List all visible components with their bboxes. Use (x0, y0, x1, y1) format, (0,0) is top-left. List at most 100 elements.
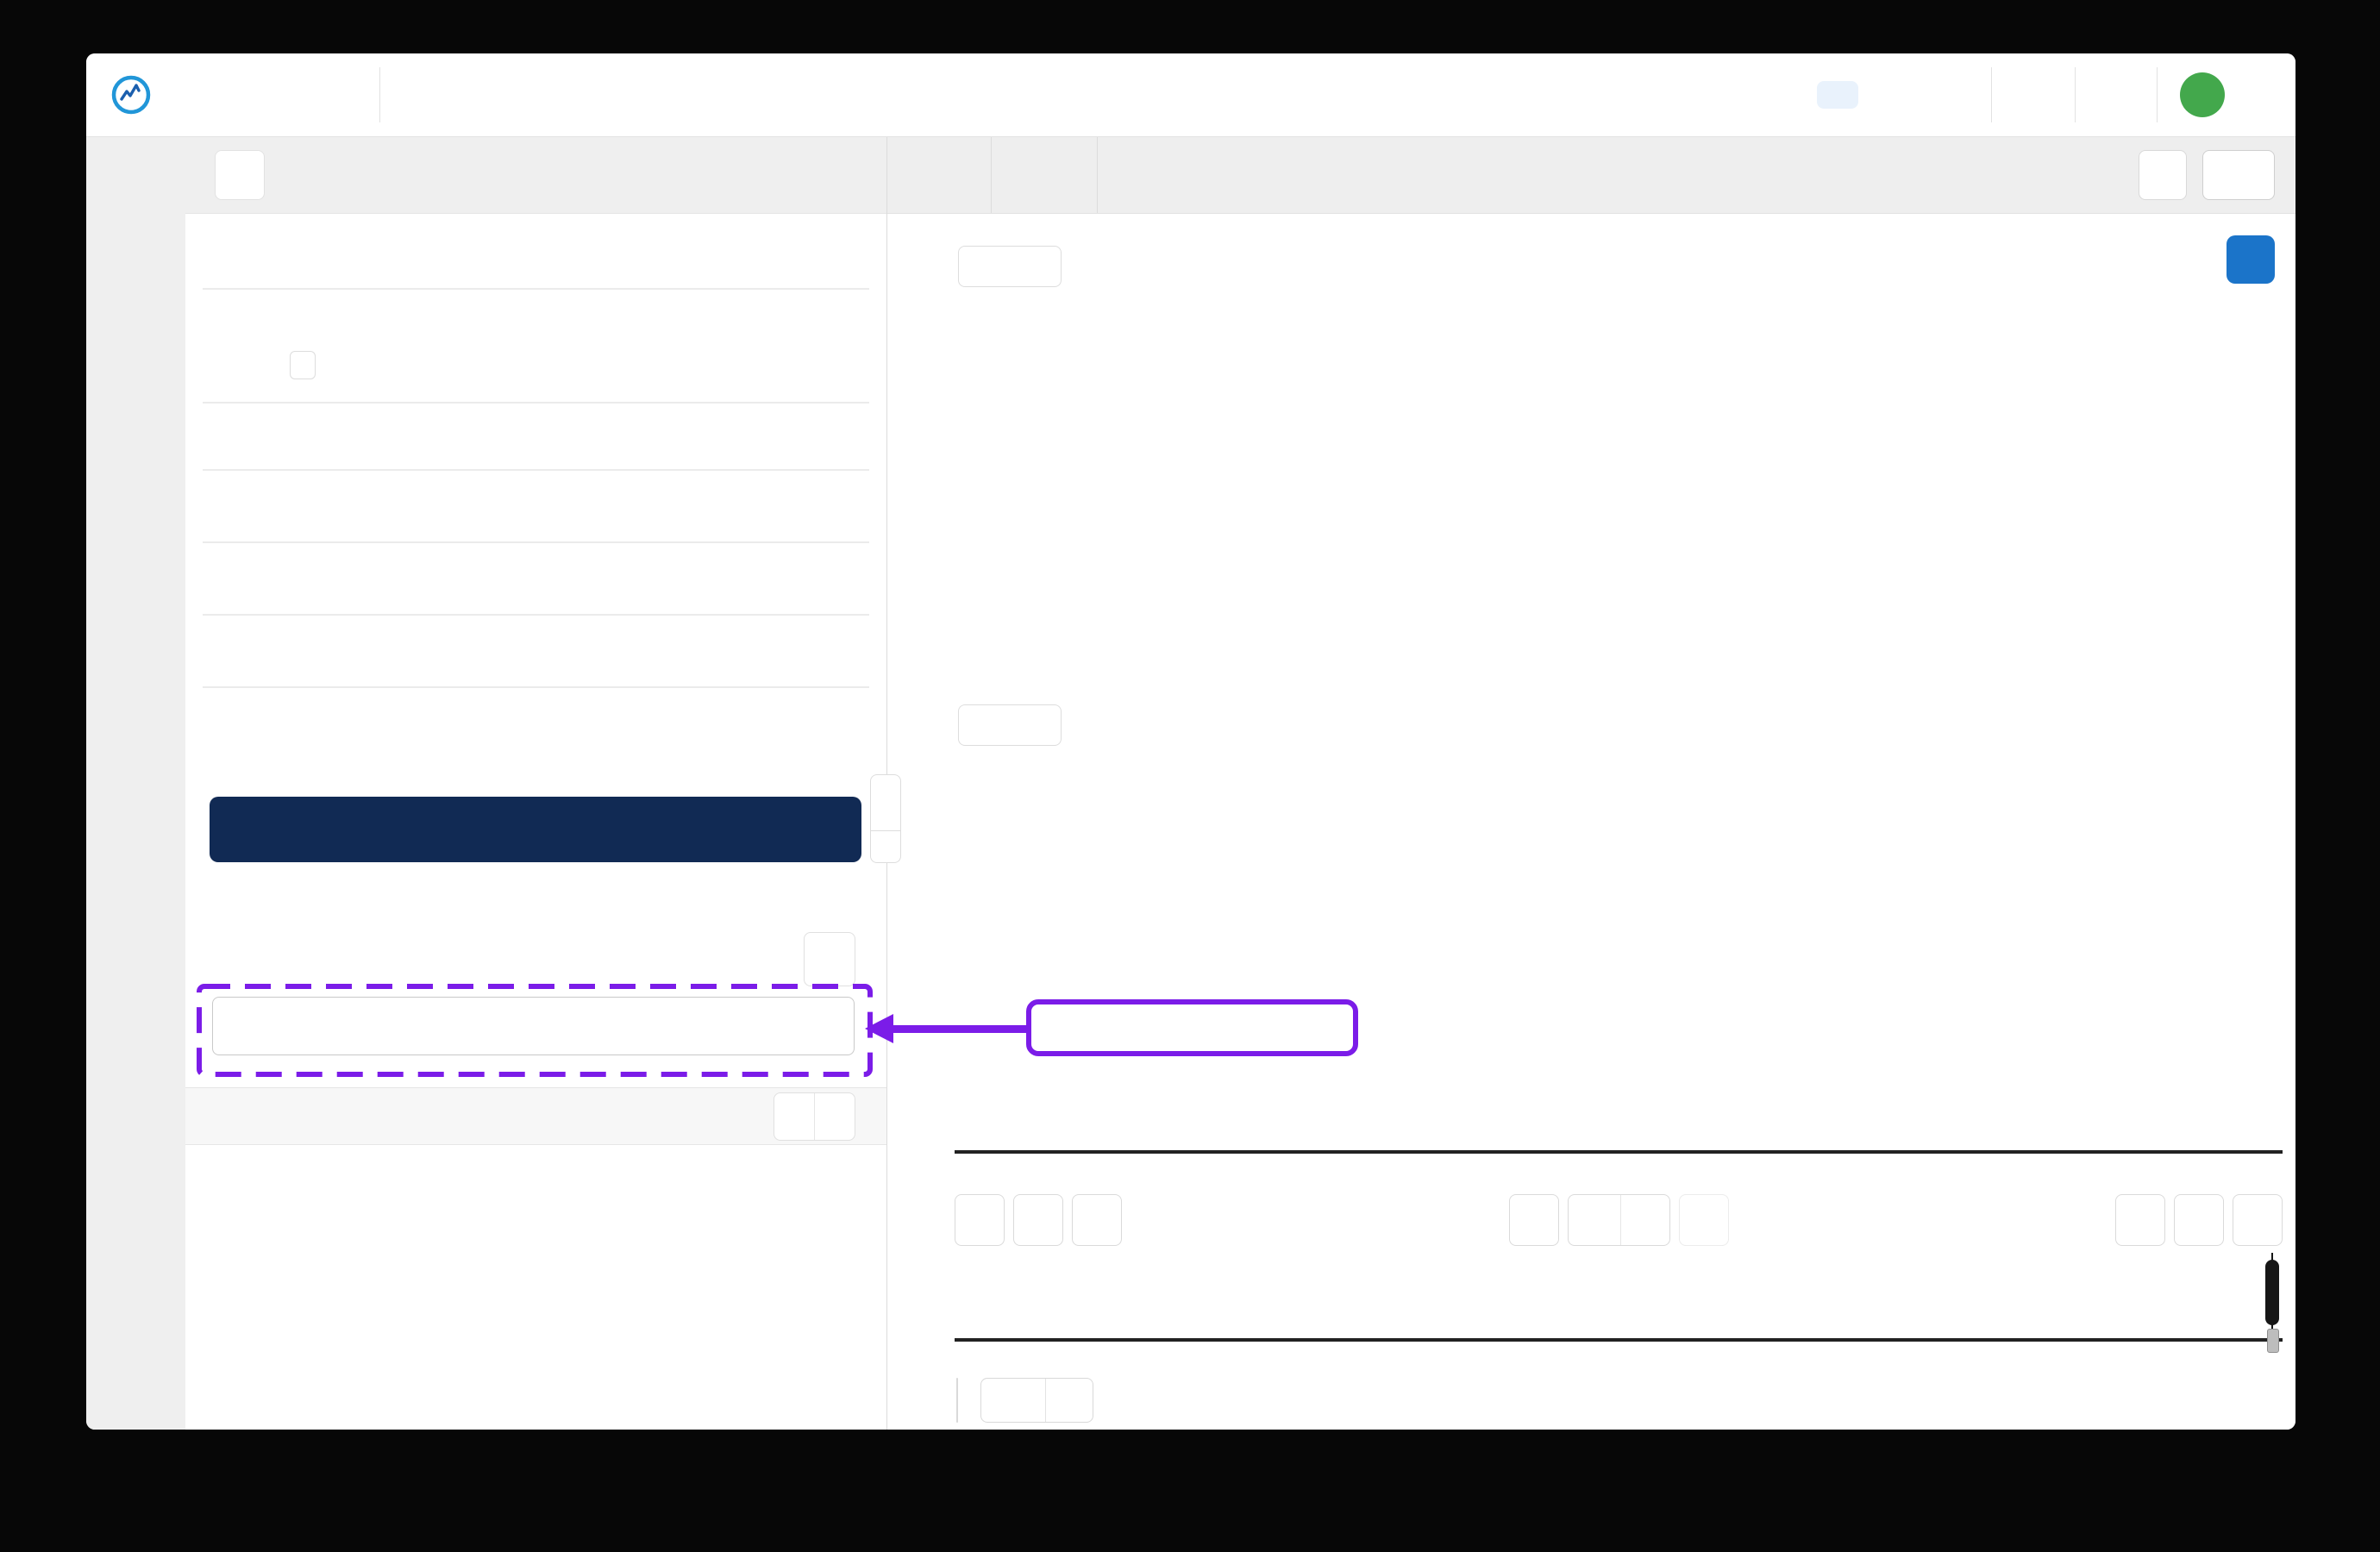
end-clock-button[interactable] (2174, 1194, 2224, 1246)
range-icon (235, 709, 265, 738)
clock-icon (2186, 1207, 2212, 1233)
search-period (185, 688, 886, 771)
legend-ba-conc[interactable] (958, 246, 1062, 287)
manage-calculations-link[interactable] (185, 543, 886, 614)
duration-row (185, 404, 886, 469)
brand[interactable] (86, 74, 379, 116)
legend-color-dot (974, 257, 993, 276)
history-icon (1690, 1206, 1718, 1234)
sort-descending-button[interactable] (774, 1093, 815, 1140)
brand-caret-down-icon[interactable] (205, 85, 224, 104)
fit-range-button[interactable] (1046, 1379, 1093, 1422)
sort-descending-icon (782, 1105, 806, 1129)
save-icon (235, 636, 265, 666)
actions-caret-down-icon (2236, 166, 2253, 184)
nav-item-home[interactable] (1817, 81, 1858, 109)
autoscale-button[interactable] (1509, 1194, 1559, 1246)
panel-split-handle[interactable] (870, 774, 901, 863)
swap-arrows-icon (918, 161, 946, 189)
live-monitor-button[interactable] (2139, 150, 2187, 200)
tab-compare-layers[interactable] (992, 137, 1098, 213)
tab-statistics[interactable] (887, 137, 992, 213)
panel-close-button[interactable] (870, 831, 901, 863)
chevron-left-icon (970, 1211, 989, 1230)
custom-caret-up-icon (1011, 1392, 1026, 1408)
pencil-icon (235, 491, 265, 521)
custom-range-button[interactable] (981, 1379, 1046, 1422)
results-menu-button[interactable] (804, 932, 855, 986)
search-name-row[interactable] (185, 238, 886, 288)
panel-home-button[interactable] (215, 150, 265, 200)
annotation-arrowhead (865, 1014, 893, 1043)
selection-handle-bar[interactable] (2265, 1260, 2279, 1325)
start-calendar-button[interactable] (1013, 1194, 1063, 1246)
calculation-dropdown[interactable] (212, 997, 855, 1055)
time-axis (955, 1150, 2283, 1197)
step-chart-icon (1520, 1206, 1548, 1234)
home-column-icon[interactable] (210, 1105, 234, 1129)
chart-ba-conc[interactable] (894, 286, 2289, 702)
annotation-arrow (892, 1025, 1028, 1033)
nav-item-monitoring[interactable] (1917, 81, 1958, 109)
app-window (86, 53, 2295, 1430)
collapse-rows-button[interactable] (815, 1093, 855, 1140)
move-icon[interactable] (1021, 713, 1045, 737)
condition-row (290, 345, 886, 386)
period-start-icon (287, 709, 308, 729)
edit-search-conditions-link[interactable] (185, 471, 886, 541)
global-search-input[interactable] (380, 82, 1817, 108)
save-search-link[interactable] (185, 616, 886, 686)
collapse-icon (823, 1105, 847, 1129)
keyboard-icon (235, 564, 265, 593)
results-table-header (185, 1087, 886, 1145)
split-grip[interactable] (870, 774, 901, 831)
selection-handle-grip[interactable] (2267, 1329, 2279, 1353)
kebab-icon (817, 946, 842, 972)
time-controls (955, 1194, 2283, 1246)
chart-area (887, 214, 2295, 1430)
avatar[interactable] (2180, 72, 2225, 117)
start-clock-button[interactable] (1072, 1194, 1122, 1246)
zoom-presets (956, 1378, 1093, 1423)
context-timeline[interactable] (955, 1260, 2283, 1333)
and-chip (290, 351, 316, 379)
calendar-icon (2127, 1207, 2153, 1233)
actions-button[interactable] (2202, 150, 2275, 200)
grip-icon (875, 792, 896, 813)
top-bar (86, 53, 2295, 137)
stopwatch-icon (235, 422, 265, 451)
series-color-dot (434, 356, 454, 376)
time-window-button[interactable] (1568, 1194, 1670, 1246)
lock-icon[interactable] (1620, 1195, 1669, 1245)
pan-right-button[interactable] (2233, 1194, 2283, 1246)
pan-left-button[interactable] (955, 1194, 1005, 1246)
search-icon (413, 82, 439, 108)
chart-ba-level[interactable] (894, 743, 2289, 1148)
conditions-block (185, 290, 886, 402)
top-nav (1817, 81, 1958, 109)
vbs-panel-body (185, 214, 886, 1430)
condition-row (290, 304, 886, 345)
close-icon (878, 839, 893, 854)
clock-icon (1084, 1207, 1110, 1233)
topbar-icons (1958, 67, 2295, 122)
move-icon[interactable] (1021, 254, 1045, 278)
search-and-calculate-button[interactable] (210, 797, 861, 862)
help-icon[interactable] (2014, 76, 2052, 114)
nav-item-work-organizer[interactable] (1867, 81, 1908, 109)
rename-icon (235, 248, 265, 278)
legend-ba-level[interactable] (958, 704, 1062, 746)
sort-controls (774, 1092, 855, 1141)
results-section (185, 932, 886, 1145)
chart-settings-button[interactable] (2227, 235, 2275, 284)
annotation-label (1026, 999, 1358, 1056)
context-axis (955, 1338, 2283, 1385)
history-button[interactable] (1679, 1194, 1729, 1246)
chart-toolbar (887, 137, 2295, 214)
mail-icon[interactable] (2098, 77, 2134, 113)
end-calendar-button[interactable] (2115, 1194, 2165, 1246)
compare-layers-icon (1023, 160, 1052, 190)
series-color-dot (434, 315, 454, 335)
user-caret-down-icon[interactable] (2252, 86, 2270, 103)
vbs-panel-header (185, 137, 886, 214)
